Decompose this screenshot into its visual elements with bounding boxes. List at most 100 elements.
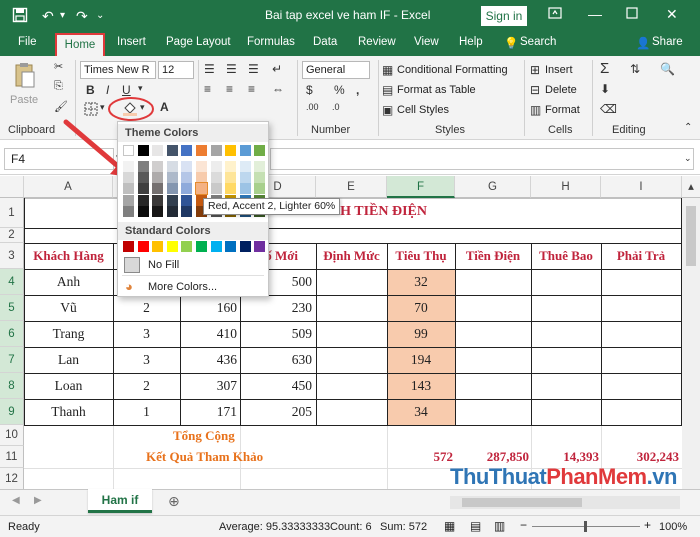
column-header-h[interactable]: H [531,176,601,198]
fill-icon[interactable]: ⬇ [600,82,610,96]
theme-color-swatch[interactable] [137,145,149,156]
column-header-e[interactable]: E [316,176,387,198]
vertical-scrollbar[interactable] [682,198,700,489]
tab-help[interactable]: Help [459,36,483,48]
close-icon[interactable]: ✕ [666,6,678,23]
align-top-icon[interactable]: ☰ [204,62,215,76]
clear-icon[interactable]: ⌫ [600,102,617,116]
theme-shade-swatch[interactable] [152,161,164,172]
theme-shade-swatch[interactable] [123,161,134,172]
theme-shade-swatch[interactable] [210,161,222,172]
cell-name[interactable]: Vũ [24,300,113,316]
font-name-combo[interactable]: Times New R [80,61,156,79]
align-right-icon[interactable]: ≡ [248,82,255,96]
tab-review[interactable]: Review [358,36,396,48]
prev-sheet-icon[interactable]: ◀ [12,495,20,506]
theme-shade-swatch[interactable] [137,172,149,184]
underline-dropdown-icon[interactable]: ▾ [138,83,143,94]
theme-shade-swatch[interactable] [123,205,134,217]
formula-input[interactable] [270,148,694,170]
theme-shade-swatch[interactable] [210,172,222,184]
theme-shade-swatch[interactable] [137,183,149,195]
theme-shade-swatch[interactable] [137,194,149,206]
theme-shade-swatch[interactable] [254,183,266,195]
theme-shade-swatch[interactable] [152,172,164,184]
zoom-in-icon[interactable]: + [644,518,651,532]
standard-color-swatch[interactable] [196,241,207,252]
theme-shade-swatch[interactable] [181,161,193,172]
increase-decimal-icon[interactable]: .00 [306,102,319,112]
cell-b[interactable]: 3 [113,352,180,368]
horizontal-scroll-thumb[interactable] [462,498,582,507]
theme-shade-swatch[interactable] [181,172,193,184]
theme-color-swatch[interactable] [166,145,178,156]
theme-color-swatch[interactable] [225,145,237,156]
redo-icon[interactable]: ↷ [76,7,88,25]
tab-view[interactable]: View [414,36,439,48]
cell-b[interactable]: 2 [113,300,180,316]
theme-shade-swatch[interactable] [152,194,164,206]
row-header-6[interactable]: 6 [0,321,24,347]
tab-data[interactable]: Data [313,36,337,48]
theme-shade-swatch[interactable] [181,183,193,195]
delete-cells-button[interactable]: Delete [545,84,577,96]
cell-name[interactable]: Anh [24,274,113,290]
copy-icon[interactable]: ⎘ [54,80,63,93]
theme-shade-swatch[interactable] [152,183,164,195]
undo-dropdown-icon[interactable]: ▾ [60,7,65,25]
theme-shade-swatch[interactable] [181,194,193,206]
cell-b[interactable]: 1 [113,404,180,420]
sheet-tab-ham-if[interactable]: Ham if [88,489,152,513]
standard-color-swatch[interactable] [254,241,266,252]
insert-cells-button[interactable]: Insert [545,64,573,76]
format-as-table-button[interactable]: Format as Table [397,84,476,96]
number-format-combo[interactable]: General [302,61,370,79]
theme-shade-swatch[interactable] [181,205,193,217]
decrease-decimal-icon[interactable]: .0 [332,102,340,112]
zoom-level[interactable]: 100% [659,521,687,533]
find-select-icon[interactable]: 🔍 [660,62,675,76]
theme-shade-swatch[interactable] [123,183,134,195]
cell-name[interactable]: Lan [24,352,113,368]
theme-shade-swatch[interactable] [137,161,149,172]
share-button[interactable]: Share [652,36,683,48]
theme-shade-swatch[interactable] [254,161,266,172]
theme-shade-swatch[interactable] [225,161,237,172]
page-layout-view-icon[interactable]: ▤ [470,519,481,533]
cell-so-moi[interactable]: 205 [240,404,312,420]
percent-icon[interactable]: % [334,83,345,97]
ref-phai-tra[interactable]: 302,243 [601,449,679,465]
cell-tieu-thu[interactable]: 70 [387,300,455,316]
theme-shade-swatch[interactable] [196,161,207,172]
theme-shade-swatch[interactable] [137,205,149,217]
cell-styles-button[interactable]: Cell Styles [397,104,449,116]
cell-so-cu[interactable]: 160 [180,300,237,316]
row-header-5[interactable]: 5 [0,295,24,321]
cell-tieu-thu[interactable]: 34 [387,404,455,420]
worksheet-grid[interactable]: A B C D E F G H I ▴ 1 2 3 4 5 6 7 8 9 10… [0,176,700,489]
zoom-out-icon[interactable]: − [520,518,527,532]
theme-color-swatch[interactable] [152,145,164,156]
select-all-corner[interactable] [0,176,24,198]
tab-formulas[interactable]: Formulas [247,36,295,48]
row-header-7[interactable]: 7 [0,347,24,373]
theme-shade-swatch[interactable] [225,183,237,195]
row-header-1[interactable]: 1 [0,198,24,228]
underline-icon[interactable]: U [122,83,131,97]
ribbon-display-icon[interactable] [548,6,562,23]
currency-icon[interactable]: $ [306,83,313,97]
row-header-10[interactable]: 10 [0,425,24,446]
align-left-icon[interactable]: ≡ [204,82,211,96]
autosum-icon[interactable]: Σ [600,60,609,77]
cell-so-moi[interactable]: 230 [240,300,312,316]
font-color-icon[interactable]: A [160,100,169,114]
row-header-11[interactable]: 11 [0,446,24,468]
total-label[interactable]: Tổng Cộng [173,428,235,444]
theme-shade-swatch[interactable] [239,172,251,184]
sign-in-button[interactable]: Sign in [481,6,527,26]
column-header-g[interactable]: G [455,176,531,198]
row-header-4[interactable]: 4 [0,269,24,295]
italic-icon[interactable]: I [106,83,109,97]
comma-icon[interactable]: , [356,83,359,97]
theme-color-swatch[interactable] [254,145,266,156]
